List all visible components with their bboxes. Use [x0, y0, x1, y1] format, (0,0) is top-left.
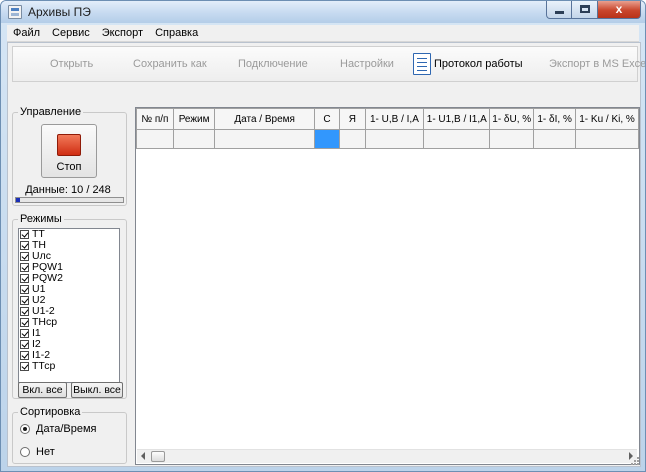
- resize-grip-icon[interactable]: [630, 456, 640, 466]
- col-header-di[interactable]: 1- δI, %: [533, 108, 577, 130]
- toolbar: Открыть Сохранить как Подключение Настро…: [12, 46, 645, 82]
- sort-group: Сортировка Дата/Время Нет: [12, 406, 127, 464]
- protocol-button[interactable]: Протокол работы: [434, 58, 523, 70]
- checkbox-checked-icon[interactable]: [20, 285, 29, 294]
- checkbox-checked-icon[interactable]: [20, 230, 29, 239]
- table-row[interactable]: [136, 129, 639, 149]
- checkbox-checked-icon[interactable]: [20, 296, 29, 305]
- window-controls: x: [546, 1, 641, 19]
- checkbox-checked-icon[interactable]: [20, 329, 29, 338]
- checkbox-checked-icon[interactable]: [20, 274, 29, 283]
- table-cell-selected[interactable]: [313, 129, 341, 149]
- table-cell[interactable]: [136, 129, 174, 149]
- checkbox-checked-icon[interactable]: [20, 252, 29, 261]
- progress-bar: [15, 197, 124, 203]
- sort-option-none[interactable]: Нет: [20, 446, 55, 458]
- col-header-number[interactable]: № п/п: [136, 108, 174, 130]
- col-header-u-i[interactable]: 1- U,В / I,А: [364, 108, 425, 130]
- stop-label: Стоп: [56, 161, 82, 173]
- menu-service[interactable]: Сервис: [52, 27, 90, 39]
- export-excel-button[interactable]: Экспорт в MS Excel: [549, 58, 645, 70]
- sort-option-datetime[interactable]: Дата/Время: [20, 423, 97, 435]
- modes-list[interactable]: ТТ ТН Uлс PQW1 PQW2 U1 U2 U1-2 ТНср I1 I2 I1-2 ТТср: [18, 228, 120, 383]
- mode-item-label: ТТср: [32, 360, 56, 372]
- menu-export[interactable]: Экспорт: [102, 27, 143, 39]
- disable-all-button[interactable]: Выкл. все: [71, 382, 123, 398]
- data-grid[interactable]: № п/п Режим Дата / Время С Я 1- U,В / I,…: [135, 107, 640, 465]
- stop-icon: [57, 134, 81, 156]
- settings-button[interactable]: Настройки: [340, 58, 394, 70]
- document-icon[interactable]: [413, 53, 431, 75]
- maximize-icon: [580, 5, 590, 13]
- checkbox-checked-icon[interactable]: [20, 351, 29, 360]
- scroll-left-icon[interactable]: [141, 452, 145, 460]
- sort-option-label: Нет: [36, 446, 55, 458]
- col-header-mode[interactable]: Режим: [172, 108, 216, 130]
- modes-group-title: Режимы: [18, 213, 64, 225]
- table-cell[interactable]: [364, 129, 425, 149]
- table-cell[interactable]: [489, 129, 535, 149]
- app-window: Архивы ПЭ x Файл Сервис Экспорт Справка …: [0, 0, 646, 472]
- checkbox-checked-icon[interactable]: [20, 362, 29, 371]
- table-cell[interactable]: [172, 129, 216, 149]
- app-icon: [8, 5, 22, 19]
- horizontal-scrollbar[interactable]: [137, 449, 637, 463]
- table-cell[interactable]: [533, 129, 577, 149]
- save-as-button[interactable]: Сохранить как: [133, 58, 207, 70]
- checkbox-checked-icon[interactable]: [20, 263, 29, 272]
- radio-icon[interactable]: [20, 447, 30, 457]
- client-area: Открыть Сохранить как Подключение Настро…: [7, 42, 645, 467]
- sort-option-label: Дата/Время: [36, 423, 97, 435]
- menu-help[interactable]: Справка: [155, 27, 198, 39]
- table-cell[interactable]: [214, 129, 315, 149]
- sort-group-title: Сортировка: [18, 406, 83, 418]
- data-table: № п/п Режим Дата / Время С Я 1- U,В / I,…: [136, 108, 639, 149]
- col-header-u1-i1[interactable]: 1- U1,В / I1,А: [423, 108, 491, 130]
- table-header-row: № п/п Режим Дата / Время С Я 1- U,В / I,…: [136, 108, 639, 130]
- menu-file[interactable]: Файл: [13, 27, 40, 39]
- modes-group: Режимы ТТ ТН Uлс PQW1 PQW2 U1 U2 U1-2 ТНср I1 I2 I1…: [12, 213, 127, 399]
- close-button[interactable]: x: [598, 1, 641, 19]
- title-bar[interactable]: Архивы ПЭ x: [1, 1, 645, 23]
- control-group: Управление Стоп Данные: 10 / 248: [12, 106, 127, 206]
- minimize-icon: [555, 11, 564, 14]
- col-header-du[interactable]: 1- δU, %: [489, 108, 535, 130]
- enable-all-button[interactable]: Вкл. все: [18, 382, 67, 398]
- stop-button[interactable]: Стоп: [41, 124, 97, 178]
- minimize-button[interactable]: [546, 1, 572, 19]
- table-cell[interactable]: [339, 129, 366, 149]
- checkbox-checked-icon[interactable]: [20, 318, 29, 327]
- mode-item[interactable]: ТТср: [19, 361, 119, 372]
- connect-button[interactable]: Подключение: [238, 58, 308, 70]
- open-button[interactable]: Открыть: [50, 58, 93, 70]
- checkbox-checked-icon[interactable]: [20, 241, 29, 250]
- radio-icon[interactable]: [20, 424, 30, 434]
- table-cell[interactable]: [423, 129, 491, 149]
- control-group-title: Управление: [18, 106, 84, 118]
- close-icon: x: [615, 2, 623, 16]
- data-counter: Данные: 10 / 248: [25, 184, 111, 196]
- window-title: Архивы ПЭ: [28, 5, 91, 19]
- maximize-button[interactable]: [572, 1, 598, 19]
- progress-fill: [16, 198, 21, 202]
- menu-bar: Файл Сервис Экспорт Справка: [7, 25, 639, 42]
- checkbox-checked-icon[interactable]: [20, 340, 29, 349]
- col-header-datetime[interactable]: Дата / Время: [214, 108, 315, 130]
- col-header-ku-ki[interactable]: 1- Ku / Ki, %: [575, 108, 639, 130]
- col-header-ya[interactable]: Я: [339, 108, 366, 130]
- checkbox-checked-icon[interactable]: [20, 307, 29, 316]
- scroll-thumb[interactable]: [151, 451, 165, 462]
- col-header-s[interactable]: С: [313, 108, 341, 130]
- table-cell[interactable]: [575, 129, 639, 149]
